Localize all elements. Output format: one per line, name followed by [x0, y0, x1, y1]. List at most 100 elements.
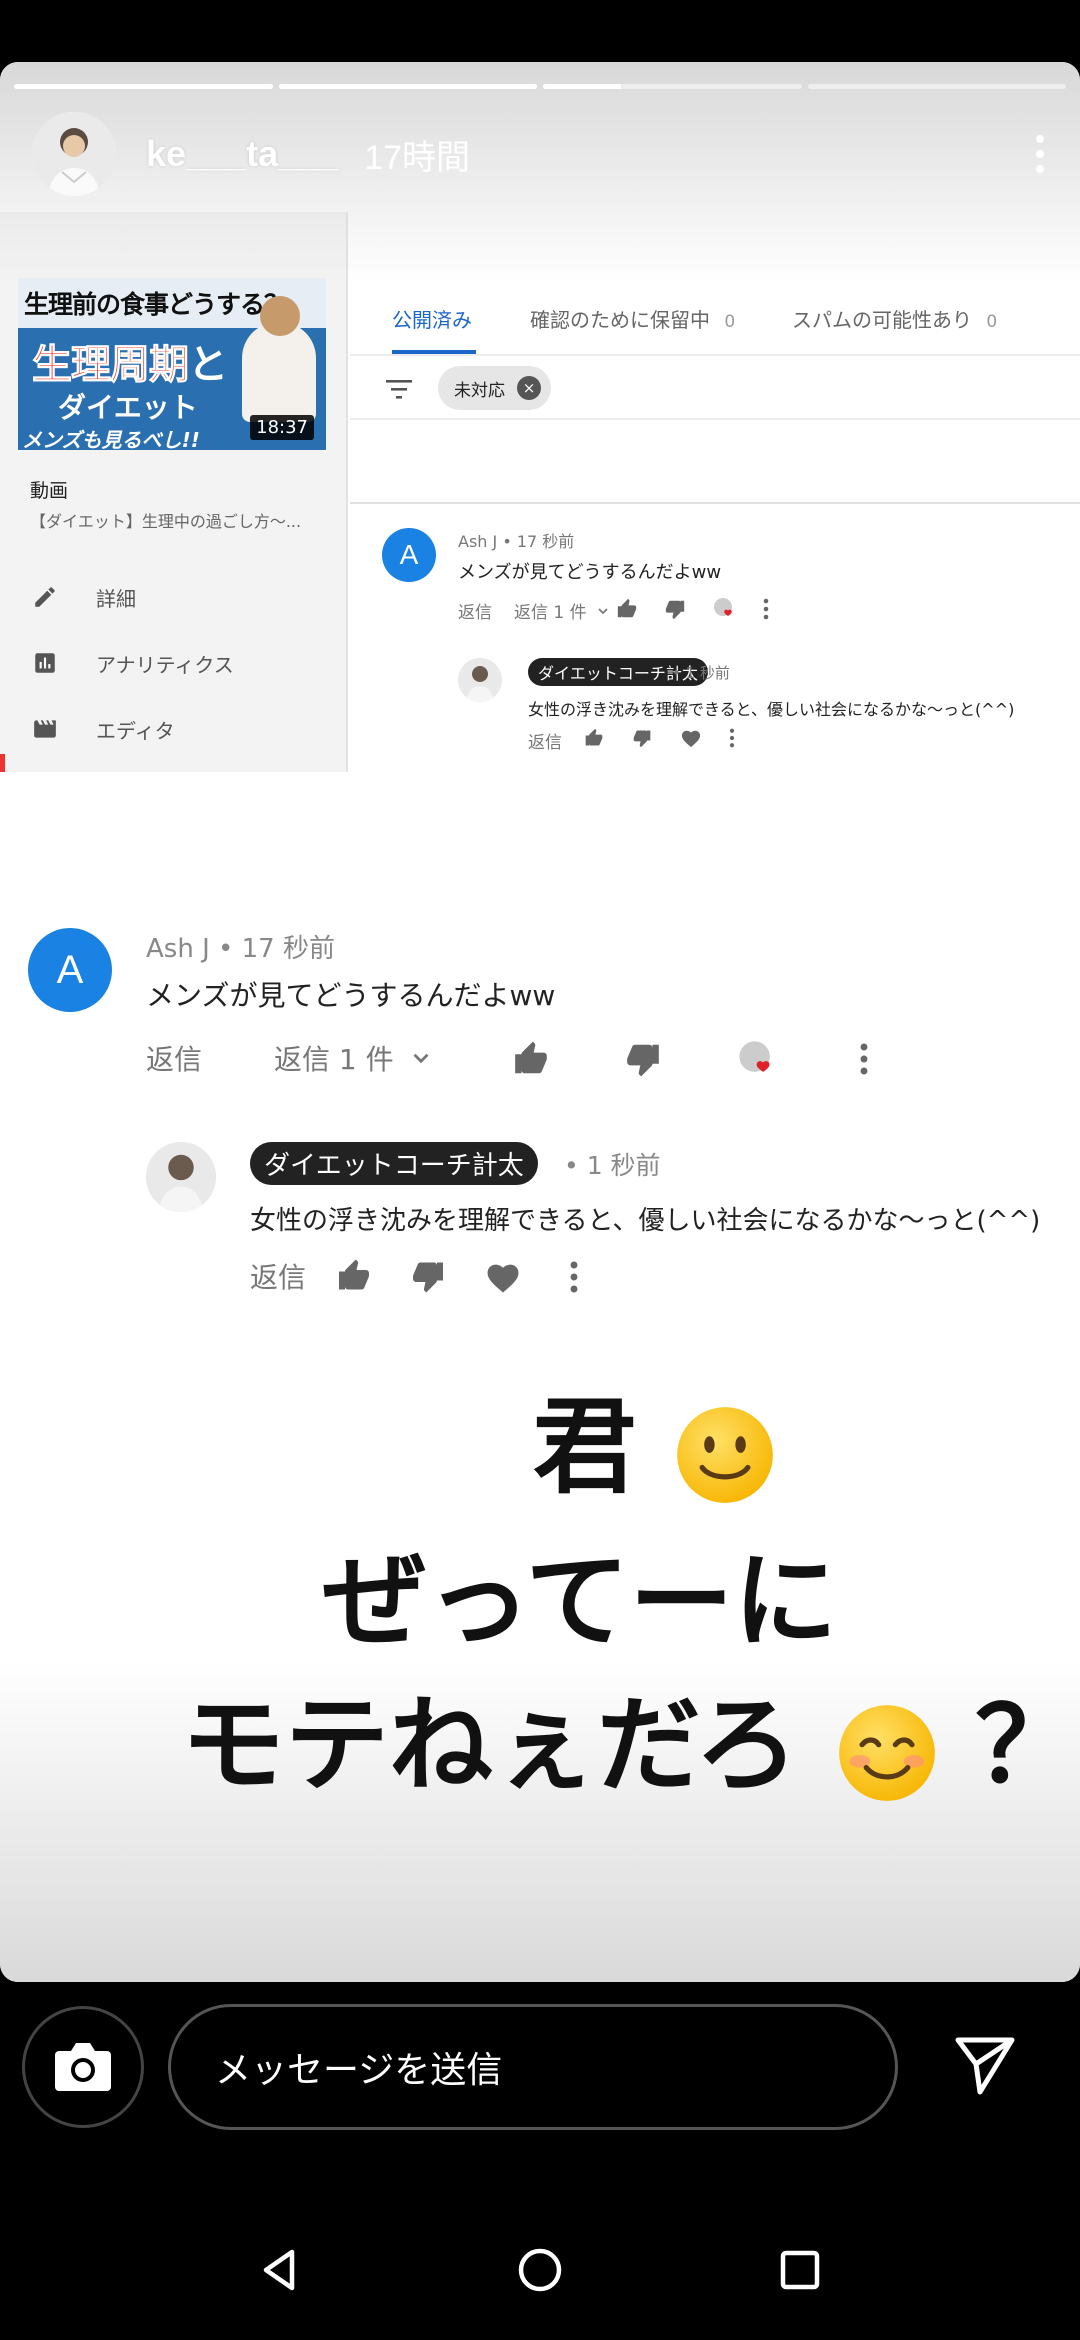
story-username[interactable]: ke___ta___: [146, 133, 338, 175]
like-icon: [584, 728, 604, 748]
creator-name: ダイエットコーチ計太: [250, 1142, 538, 1185]
clapperboard-icon: [30, 714, 60, 744]
dislike-icon: [624, 1040, 662, 1078]
more-options-icon[interactable]: [1020, 124, 1060, 184]
enlarged-comment: A Ash J • 17 秒前 メンズが見てどうするんだよww 返信 返信 1 …: [0, 852, 1080, 1332]
thumbnail-line1: 生理前の食事どうする？: [24, 290, 289, 319]
send-icon[interactable]: [950, 2030, 1020, 2100]
dislike-icon: [664, 598, 686, 620]
creator-heart-icon: [712, 596, 738, 622]
analytics-icon: [30, 648, 60, 678]
sticker-line-2: ぜってーに: [322, 1540, 838, 1662]
comment-actions: 返信 返信 1 件: [458, 598, 1080, 628]
creator-heart-icon: [736, 1038, 780, 1082]
like-icon: [512, 1040, 550, 1078]
reply-label: 返信: [146, 1043, 203, 1076]
user-avatar[interactable]: [32, 112, 116, 196]
creator-avatar: [458, 658, 502, 702]
progress-segment: [14, 84, 273, 89]
thumbnail-line4: メンズも見るべし!!: [22, 428, 200, 450]
enlarged-reply: ダイエットコーチ計太 • 1 秒前 女性の浮き沈みを理解できると、優しい社会にな…: [146, 1142, 1080, 1322]
nav-label-analytics: アナリティクス: [96, 652, 234, 677]
comment-text: メンズが見てどうするんだよww: [458, 562, 722, 583]
system-nav-bar: [0, 2200, 1080, 2340]
video-duration: 18:37: [250, 415, 314, 440]
tab-likely-spam: スパムの可能性あり 0: [792, 308, 998, 332]
studio-comments-panel: 公開済み 確認のために保留中 0 スパムの可能性あり 0 未対応 × A Ash…: [350, 212, 1080, 772]
story-reply-bar: メッセージを送信: [0, 1990, 1080, 2150]
tab-active-indicator: [392, 350, 476, 354]
reply-meta: • 1 秒前: [672, 664, 730, 682]
story-card[interactable]: 生理前の食事どうする？ 生理周期と ダイエット メンズも見るべし!! 18:37…: [0, 62, 1080, 1982]
like-icon: [336, 1258, 372, 1294]
reply-actions: 返信: [250, 1256, 1080, 1300]
small-comment: A Ash J • 17 秒前 メンズが見てどうするんだよww 返信 返信 1 …: [382, 528, 1080, 768]
dislike-icon: [632, 728, 652, 748]
replies-count: 返信 1 件: [514, 598, 611, 623]
reply-label: 返信: [528, 733, 562, 753]
tab-published: 公開済み: [392, 308, 472, 332]
comment-actions: 返信 返信 1 件: [146, 1038, 1080, 1082]
nav-label-details: 詳細: [96, 586, 136, 611]
filter-chip: 未対応 ×: [438, 366, 551, 410]
chip-remove-icon: ×: [517, 376, 541, 400]
reply-text: 女性の浮き沈みを理解できると、優しい社会になるかな〜っと(^^): [528, 700, 1015, 719]
studio-screenshot: 生理前の食事どうする？ 生理周期と ダイエット メンズも見るべし!! 18:37…: [0, 212, 1080, 772]
thumbnail-line3: ダイエット: [58, 391, 198, 424]
studio-sidebar: 生理前の食事どうする？ 生理周期と ダイエット メンズも見るべし!! 18:37…: [0, 212, 348, 772]
filter-icon: [386, 380, 412, 399]
creator-avatar: [146, 1142, 216, 1212]
comment-tabs: 公開済み 確認のために保留中 0 スパムの可能性あり 0: [350, 212, 1080, 356]
comment-meta: Ash J • 17 秒前: [146, 934, 335, 964]
small-reply: ダイエットコーチ計太 • 1 秒前 女性の浮き沈みを理解できると、優しい社会にな…: [458, 658, 1080, 768]
video-section-label: 動画: [30, 480, 69, 502]
comment-text: メンズが見てどうするんだよww: [146, 979, 556, 1012]
thumbnail-line2-suffix: と: [188, 342, 228, 388]
message-input[interactable]: メッセージを送信: [168, 2004, 898, 2130]
nav-label-editor: エディタ: [96, 718, 175, 743]
comment-meta: Ash J • 17 秒前: [458, 532, 575, 551]
reply-actions: 返信: [528, 728, 1080, 758]
camera-icon: [55, 2043, 111, 2091]
more-options-icon: [858, 1042, 870, 1076]
back-icon[interactable]: [250, 2240, 310, 2300]
thumbnail-line2: 生理周期: [32, 342, 190, 389]
commenter-avatar: A: [28, 928, 112, 1012]
heart-icon: [680, 728, 702, 748]
reply-meta: • 1 秒前: [564, 1151, 661, 1180]
home-icon[interactable]: [510, 2240, 570, 2300]
thumbnail-person: [242, 296, 316, 422]
dislike-icon: [410, 1258, 446, 1294]
video-thumbnail: 生理前の食事どうする？ 生理周期と ダイエット メンズも見るべし!! 18:37: [18, 278, 326, 450]
filter-chip-label: 未対応: [454, 380, 505, 401]
chevron-down-icon: [413, 1053, 429, 1064]
filter-spacer: [350, 420, 1080, 504]
more-options-icon: [568, 1260, 580, 1294]
commenter-avatar: A: [382, 528, 436, 582]
progress-segment: [807, 84, 1066, 89]
reply-label: 返信: [250, 1261, 307, 1294]
progress-segment: [278, 84, 537, 89]
progress-segment: [543, 84, 802, 89]
studio-nav: 詳細 アナリティクス エディタ: [30, 564, 234, 762]
nav-item-analytics: アナリティクス: [30, 630, 234, 696]
slightly-smiling-face-icon: [677, 1406, 773, 1503]
pencil-icon: [30, 582, 60, 612]
sticker-line-1: 君: [0, 1362, 1080, 1513]
story-header: ke___ta___ 17時間: [32, 108, 1060, 200]
nav-item-editor: エディタ: [30, 696, 234, 762]
camera-button[interactable]: [22, 2006, 144, 2128]
video-title: 【ダイエット】生理中の過ごし方〜...: [30, 512, 302, 531]
reply-label: 返信: [458, 603, 492, 623]
like-icon: [616, 598, 638, 620]
sidebar-active-marker: [0, 754, 5, 772]
recents-icon[interactable]: [770, 2240, 830, 2300]
chevron-down-icon: [598, 607, 608, 614]
tab-held-for-review: 確認のために保留中 0: [530, 308, 736, 332]
smiling-face-icon: [839, 1704, 935, 1801]
reply-text: 女性の浮き沈みを理解できると、優しい社会になるかな〜っと(^^): [250, 1206, 1041, 1236]
more-options-icon: [762, 598, 770, 620]
replies-count: 返信 1 件: [274, 1038, 434, 1078]
more-options-icon: [728, 728, 736, 748]
nav-item-details: 詳細: [30, 564, 234, 630]
